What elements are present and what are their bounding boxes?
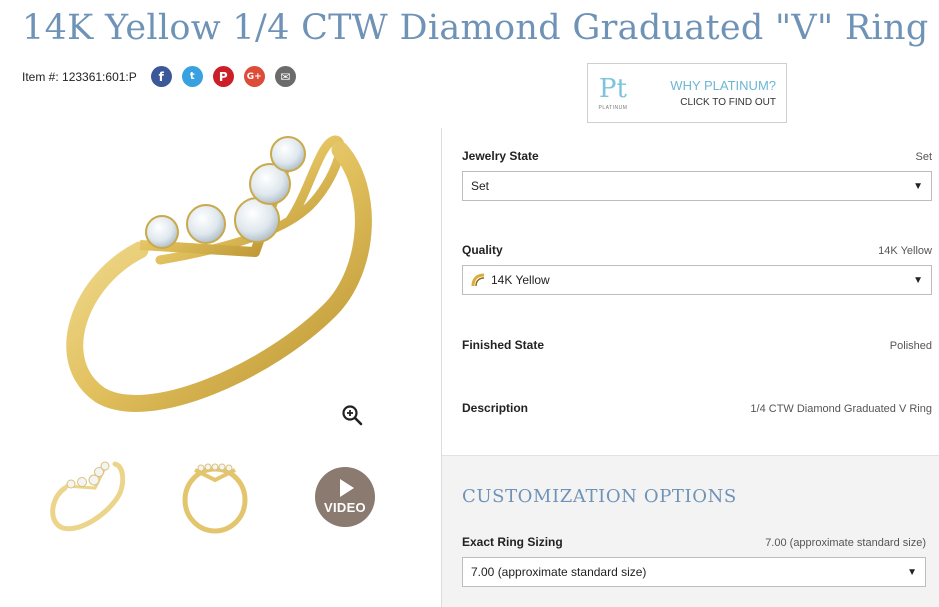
description-option: Description 1/4 CTW Diamond Graduated V … bbox=[462, 401, 932, 415]
twitter-icon[interactable]: t bbox=[181, 66, 203, 87]
platinum-logo: Pt PLATINUM bbox=[588, 64, 638, 122]
jewelry-state-label: Jewelry State bbox=[462, 149, 539, 163]
main-product-image[interactable] bbox=[40, 130, 380, 430]
quality-value: 14K Yellow bbox=[878, 245, 932, 257]
quality-selected: 14K Yellow bbox=[491, 273, 550, 287]
description-value: 1/4 CTW Diamond Graduated V Ring bbox=[750, 403, 932, 415]
description-label: Description bbox=[462, 401, 529, 415]
ring-sizing-select[interactable]: 7.00 (approximate standard size) ▼ bbox=[462, 557, 926, 587]
chevron-down-icon: ▼ bbox=[907, 567, 917, 578]
platinum-logo-text: PLATINUM bbox=[598, 104, 628, 111]
item-share-row: Item #: 123361:601:P f t P G+ ✉ bbox=[22, 66, 306, 87]
customization-title: CUSTOMIZATION OPTIONS bbox=[462, 486, 737, 507]
pinterest-icon[interactable]: P bbox=[212, 66, 234, 87]
finished-state-option: Finished State Polished bbox=[462, 338, 932, 352]
chevron-down-icon: ▼ bbox=[913, 181, 923, 192]
why-platinum-banner[interactable]: Pt PLATINUM WHY PLATINUM? CLICK TO FIND … bbox=[587, 63, 787, 123]
thumbnail-angle-view[interactable] bbox=[45, 458, 125, 533]
video-button[interactable]: VIDEO bbox=[315, 467, 375, 527]
promo-heading: WHY PLATINUM? bbox=[670, 78, 776, 93]
quality-option: Quality 14K Yellow 14K Yellow ▼ bbox=[462, 243, 932, 295]
chevron-down-icon: ▼ bbox=[913, 275, 923, 286]
email-icon[interactable]: ✉ bbox=[274, 66, 296, 87]
thumbnail-front-view[interactable] bbox=[177, 458, 253, 536]
jewelry-state-selected: Set bbox=[471, 179, 490, 193]
video-label: VIDEO bbox=[324, 500, 366, 515]
platinum-logo-mark: Pt bbox=[599, 73, 627, 104]
finished-state-value: Polished bbox=[889, 340, 932, 352]
ring-sizing-value: 7.00 (approximate standard size) bbox=[765, 537, 926, 549]
item-number: Item #: 123361:601:P bbox=[22, 69, 137, 84]
quality-label: Quality bbox=[462, 243, 503, 257]
zoom-in-icon[interactable] bbox=[341, 404, 363, 426]
jewelry-state-select[interactable]: Set ▼ bbox=[462, 171, 932, 201]
ring-sizing-label: Exact Ring Sizing bbox=[462, 535, 563, 549]
customization-section: CUSTOMIZATION OPTIONS Exact Ring Sizing … bbox=[442, 455, 939, 607]
google-plus-icon[interactable]: G+ bbox=[243, 66, 265, 87]
gold-swatch-icon bbox=[471, 273, 485, 287]
product-title: 14K Yellow 1/4 CTW Diamond Graduated "V"… bbox=[22, 8, 929, 48]
promo-subheading: CLICK TO FIND OUT bbox=[680, 97, 776, 108]
jewelry-state-value: Set bbox=[915, 151, 932, 163]
ring-sizing-selected: 7.00 (approximate standard size) bbox=[471, 565, 647, 579]
quality-select[interactable]: 14K Yellow ▼ bbox=[462, 265, 932, 295]
play-icon bbox=[340, 479, 354, 497]
jewelry-state-option: Jewelry State Set Set ▼ bbox=[462, 149, 932, 201]
ring-sizing-option: Exact Ring Sizing 7.00 (approximate stan… bbox=[462, 535, 926, 587]
facebook-icon[interactable]: f bbox=[150, 66, 172, 87]
finished-state-label: Finished State bbox=[462, 338, 545, 352]
